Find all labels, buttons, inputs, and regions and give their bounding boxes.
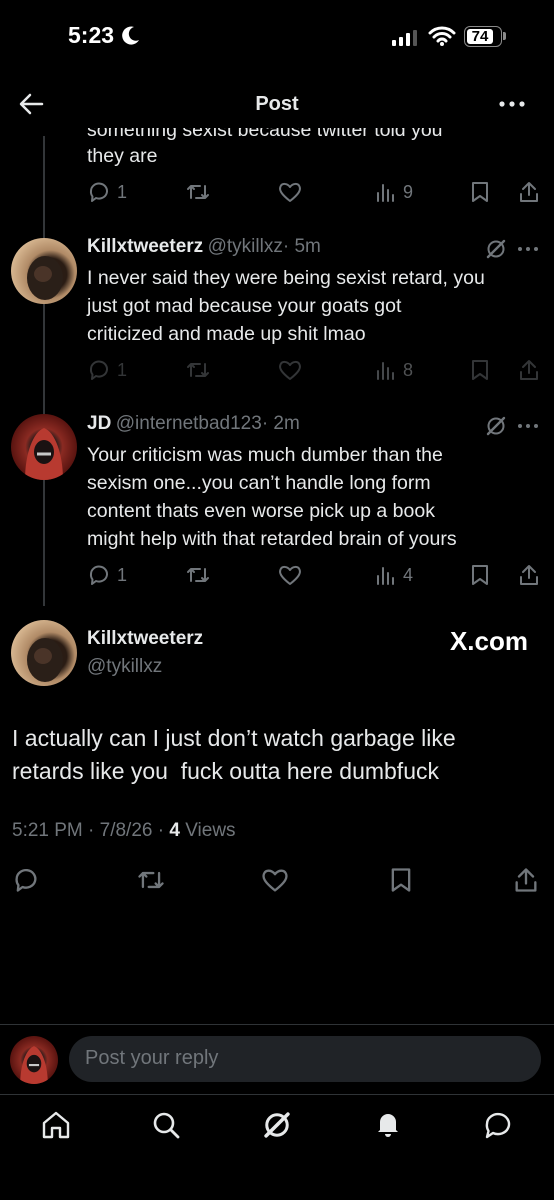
- reply-count: 1: [117, 564, 128, 585]
- reply-input[interactable]: Post your reply: [69, 1036, 541, 1082]
- reply-tweet[interactable]: JD @internetbad123· 2m Your criticism wa…: [87, 413, 542, 558]
- tweet-text-partial: something sexist because twitter told yo…: [87, 119, 443, 141]
- share-icon[interactable]: [512, 866, 540, 894]
- grok-icon[interactable]: [262, 1110, 292, 1140]
- author-handle[interactable]: @tykillxz: [87, 656, 162, 678]
- views-icon: [377, 362, 394, 380]
- tweet-text: they are: [87, 145, 158, 167]
- tweet-meta: 5:21 PM · 7/8/26 · 4 Views: [12, 820, 236, 842]
- avatar-figure: [25, 428, 63, 480]
- home-icon[interactable]: [40, 1110, 72, 1140]
- author-handle[interactable]: @tykillxz: [208, 236, 283, 257]
- page-title: Post: [255, 93, 299, 115]
- like-icon[interactable]: [277, 180, 303, 204]
- battery-nub: [503, 32, 506, 40]
- avatar-figure: [27, 256, 63, 300]
- tweet-text-line: sexism one...you can’t handle long form: [87, 472, 431, 494]
- avatar[interactable]: [11, 620, 77, 686]
- bookmark-icon[interactable]: [469, 563, 491, 587]
- like-icon[interactable]: [260, 866, 290, 894]
- bookmark-icon[interactable]: [469, 180, 491, 204]
- reply-button[interactable]: 1: [87, 358, 127, 382]
- watermark: X.com: [449, 626, 528, 656]
- tweet-actions: 1 9: [87, 180, 542, 208]
- share-icon[interactable]: [517, 563, 541, 587]
- divider: [0, 1094, 554, 1095]
- views-icon: [377, 567, 394, 585]
- avatar[interactable]: [11, 238, 77, 304]
- reply-icon: [89, 565, 108, 585]
- like-icon[interactable]: [277, 563, 303, 587]
- tweet-time: · 2m: [261, 413, 300, 434]
- like-icon[interactable]: [277, 358, 303, 382]
- more-icon[interactable]: [496, 92, 528, 116]
- wifi-icon: [428, 26, 456, 46]
- status-time: 5:23: [68, 22, 115, 48]
- tweet-text-line: just got mad because your goats got: [87, 295, 402, 317]
- reply-button[interactable]: 1: [87, 180, 127, 204]
- share-icon[interactable]: [517, 358, 541, 382]
- more-icon[interactable]: [517, 419, 539, 433]
- battery-level: 74: [471, 28, 489, 45]
- repost-icon[interactable]: [185, 180, 211, 204]
- main-tweet-text: I actually can I just don’t watch garbag…: [12, 722, 542, 788]
- messages-icon[interactable]: [482, 1110, 514, 1140]
- views-count: 9: [403, 181, 414, 202]
- reply-count: 1: [117, 359, 128, 380]
- reply-tweet[interactable]: Killxtweeterz @tykillxz· 5m I never said…: [87, 236, 542, 356]
- avatar[interactable]: [10, 1036, 58, 1084]
- tweet-text-line: might help with that retarded brain of y…: [87, 528, 457, 550]
- repost-icon[interactable]: [136, 866, 166, 894]
- tweet-actions: 1 8: [87, 358, 542, 386]
- views-button[interactable]: 4: [375, 563, 413, 587]
- author-name[interactable]: Killxtweeterz: [87, 236, 203, 257]
- views-count: 4: [403, 564, 414, 585]
- back-arrow-icon[interactable]: [18, 92, 44, 116]
- views-icon: [377, 184, 394, 202]
- tweet-time: · 5m: [282, 236, 321, 257]
- grok-icon[interactable]: [485, 238, 507, 260]
- reply-icon: [89, 360, 108, 380]
- tweet-text-line: criticized and made up shit lmao: [87, 323, 366, 345]
- bookmark-icon[interactable]: [469, 358, 491, 382]
- views-count: 8: [403, 359, 414, 380]
- moon-icon: [122, 26, 139, 45]
- share-icon[interactable]: [517, 180, 541, 204]
- views-button[interactable]: 9: [375, 180, 413, 204]
- tweet-text-line: I actually can I just don’t watch garbag…: [12, 725, 456, 751]
- reply-count: 1: [117, 181, 128, 202]
- tweet-text-line: I never said they were being sexist reta…: [87, 267, 485, 289]
- reply-icon: [89, 182, 108, 202]
- tweet-timestamp: 5:21 PM · 7/8/26 ·: [12, 820, 170, 841]
- avatar-figure: [20, 1046, 48, 1084]
- author-handle[interactable]: @internetbad123: [116, 413, 262, 434]
- tweet-text-line: Your criticism was much dumber than the: [87, 444, 443, 466]
- tweet-text-line: content thats even worse pick up a book: [87, 500, 435, 522]
- views-count: 4: [169, 820, 180, 841]
- views-button[interactable]: 8: [375, 358, 413, 382]
- reply-icon[interactable]: [12, 866, 40, 894]
- author-name[interactable]: JD: [87, 413, 111, 434]
- search-icon[interactable]: [150, 1110, 182, 1140]
- tweet-text-line: retards like you fuck outta here dumbfuc…: [12, 758, 439, 784]
- tweet-actions: 1 4: [87, 563, 542, 591]
- bookmark-icon[interactable]: [388, 866, 414, 894]
- avatar[interactable]: [11, 414, 77, 480]
- author-name[interactable]: Killxtweeterz: [87, 628, 203, 650]
- views-label: Views: [179, 820, 236, 841]
- more-icon[interactable]: [517, 242, 539, 256]
- signal-icon: [392, 30, 420, 46]
- repost-icon[interactable]: [185, 358, 211, 382]
- divider: [0, 1024, 554, 1025]
- grok-icon[interactable]: [485, 415, 507, 437]
- avatar-figure: [27, 638, 63, 682]
- bell-icon[interactable]: [372, 1108, 404, 1140]
- repost-icon[interactable]: [185, 563, 211, 587]
- battery-icon: 74: [464, 26, 502, 47]
- reply-button[interactable]: 1: [87, 563, 127, 587]
